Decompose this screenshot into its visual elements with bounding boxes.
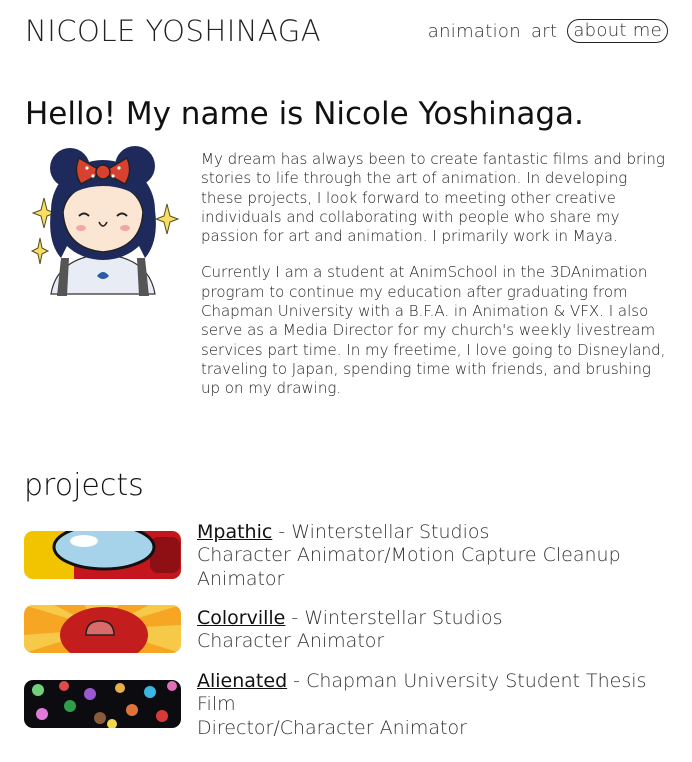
project-thumbnail[interactable] bbox=[24, 680, 181, 728]
about-bio: My dream has always been to create fanta… bbox=[201, 150, 669, 416]
sparkle-icon bbox=[154, 203, 180, 235]
bio-paragraph: Currently I am a student at AnimSchool i… bbox=[201, 263, 666, 398]
sparkle-icon bbox=[30, 237, 50, 265]
project-title-link[interactable]: Alienated bbox=[197, 670, 287, 692]
project-title-link[interactable]: Mpathic bbox=[197, 521, 272, 543]
nav-animation[interactable]: animation bbox=[428, 21, 521, 42]
project-role: Character Animator/Motion Capture Cleanu… bbox=[197, 544, 621, 590]
project-studio: - Winterstellar Studios bbox=[272, 521, 490, 543]
project-role: Director/Character Animator bbox=[197, 716, 467, 739]
project-title-link[interactable]: Colorville bbox=[197, 607, 285, 629]
project-studio: - Winterstellar Studios bbox=[285, 607, 503, 629]
main-nav: animation art about me bbox=[428, 19, 668, 43]
nav-art[interactable]: art bbox=[531, 21, 557, 42]
site-title[interactable]: NICOLE YOSHINAGA bbox=[25, 14, 321, 48]
project-info: Mpathic - Winterstellar Studios Characte… bbox=[197, 521, 667, 591]
project-thumbnail[interactable] bbox=[24, 605, 181, 653]
avatar-illustration bbox=[30, 146, 180, 296]
project-role: Character Animator bbox=[197, 630, 385, 653]
project-info: Alienated - Chapman University Student T… bbox=[197, 670, 667, 740]
projects-heading: projects bbox=[24, 468, 144, 503]
page-title: Hello! My name is Nicole Yoshinaga. bbox=[25, 96, 584, 132]
project-info: Colorville - Winterstellar Studios Chara… bbox=[197, 607, 667, 654]
nav-about-me[interactable]: about me bbox=[567, 19, 668, 43]
project-thumbnail[interactable] bbox=[24, 531, 181, 579]
bio-paragraph: My dream has always been to create fanta… bbox=[201, 150, 665, 246]
